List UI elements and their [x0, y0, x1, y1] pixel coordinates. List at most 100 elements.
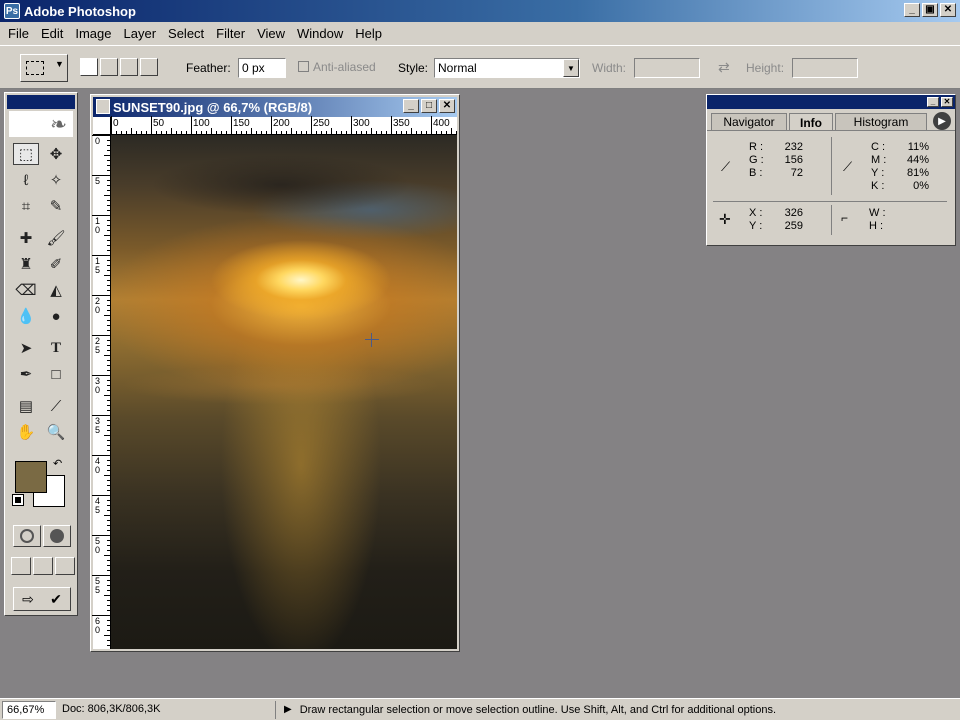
pen-tool-icon[interactable]: ✒	[13, 363, 39, 385]
standard-screen-button[interactable]	[11, 557, 31, 575]
swap-colors-icon[interactable]: ↶	[53, 457, 62, 470]
type-tool-icon[interactable]: T	[43, 337, 69, 359]
ruler-tick	[104, 195, 110, 196]
palette-close-button[interactable]: ✕	[941, 97, 953, 107]
tab-info[interactable]: Info	[789, 113, 833, 131]
toolbox-title-bar[interactable]	[7, 95, 75, 109]
menu-filter[interactable]: Filter	[210, 26, 251, 41]
hand-tool-icon[interactable]: ✋	[13, 421, 39, 443]
clone-stamp-icon[interactable]: ♜	[13, 253, 39, 275]
ruler-tick	[107, 550, 110, 551]
ruler-tick	[107, 410, 110, 411]
feather-input[interactable]: 0 px	[238, 58, 286, 78]
image-canvas[interactable]	[111, 135, 457, 649]
menu-layer[interactable]: Layer	[118, 26, 163, 41]
ruler-tick	[104, 635, 110, 636]
tab-navigator[interactable]: Navigator	[711, 113, 787, 130]
ruler-tick	[366, 131, 367, 134]
dodge-tool-icon[interactable]: ●	[43, 305, 69, 327]
doc-minimize-button[interactable]: _	[403, 99, 419, 113]
chevron-down-icon[interactable]: ▼	[563, 59, 579, 77]
ruler-tick	[311, 116, 312, 134]
menu-help[interactable]: Help	[349, 26, 388, 41]
ruler-tick	[107, 330, 110, 331]
brush-tool-icon[interactable]: 🖌	[43, 227, 69, 249]
document-icon	[96, 99, 110, 114]
ruler-tick	[446, 131, 447, 134]
menu-file[interactable]: File	[2, 26, 35, 41]
magic-wand-icon[interactable]: ✧	[43, 169, 69, 191]
menu-window[interactable]: Window	[291, 26, 349, 41]
vertical-ruler[interactable]: 0 5 10 15 20 25 30 35 40 45 50 55 60	[92, 135, 111, 649]
ruler-tick	[256, 131, 257, 134]
rgb-labels: R :G :B :	[749, 141, 764, 179]
ruler-tick	[107, 320, 110, 321]
menu-image[interactable]: Image	[69, 26, 117, 41]
notes-tool-icon[interactable]: ▤	[13, 395, 39, 417]
info-divider-h	[713, 201, 947, 202]
history-brush-icon[interactable]: ✐	[43, 253, 69, 275]
doc-close-button[interactable]: ✕	[439, 99, 455, 113]
add-selection-button[interactable]	[100, 58, 118, 76]
default-colors-icon[interactable]	[12, 494, 24, 506]
shape-tool-icon[interactable]: □	[43, 363, 69, 385]
eyedropper-icon[interactable]: ⟋	[43, 395, 69, 417]
marquee-tool-icon[interactable]: ⬚	[13, 143, 39, 165]
doc-maximize-button[interactable]: □	[421, 99, 437, 113]
height-input[interactable]	[792, 58, 858, 78]
standard-mode-button[interactable]	[13, 525, 41, 547]
doc-size-info[interactable]: Doc: 806,3K/806,3K	[56, 700, 276, 719]
slice-tool-icon[interactable]: ✎	[43, 195, 69, 217]
restore-button[interactable]: ▣	[922, 3, 938, 17]
ruler-tick	[336, 131, 337, 134]
width-input[interactable]	[634, 58, 700, 78]
ruler-tick	[104, 355, 110, 356]
info-palette-title-bar[interactable]: _ ✕	[707, 95, 955, 109]
ruler-tick	[104, 155, 110, 156]
close-button[interactable]: ✕	[940, 3, 956, 17]
document-title-bar[interactable]: SUNSET90.jpg @ 66,7% (RGB/8) _ □ ✕	[93, 97, 457, 117]
tool-preset-picker[interactable]: ▼	[20, 54, 68, 82]
eraser-tool-icon[interactable]: ⌫	[13, 279, 39, 301]
minimize-button[interactable]: _	[904, 3, 920, 17]
full-screen-menu-button[interactable]	[33, 557, 53, 575]
anti-aliased-checkbox[interactable]	[298, 61, 309, 72]
ruler-tick	[107, 230, 110, 231]
status-menu-arrow-icon[interactable]: ▶	[284, 704, 292, 715]
full-screen-button[interactable]	[55, 557, 75, 575]
menu-view[interactable]: View	[251, 26, 291, 41]
intersect-selection-button[interactable]	[140, 58, 158, 76]
ruler-tick	[341, 131, 342, 134]
subtract-selection-button[interactable]	[120, 58, 138, 76]
ruler-tick	[166, 131, 167, 134]
menu-select[interactable]: Select	[162, 26, 210, 41]
zoom-level-field[interactable]: 66,67%	[2, 700, 56, 719]
horizontal-ruler[interactable]: 0 50 100 150 200 250 300 350 400	[111, 116, 457, 135]
paint-bucket-icon[interactable]: ◭	[43, 279, 69, 301]
healing-brush-icon[interactable]: ✚	[13, 227, 39, 249]
ruler-tick	[107, 570, 110, 571]
new-selection-button[interactable]	[80, 58, 98, 76]
ruler-tick	[236, 131, 237, 134]
feather-logo-icon[interactable]: ❧	[9, 111, 73, 137]
quick-mask-button[interactable]	[43, 525, 71, 547]
foreground-color-swatch[interactable]	[15, 461, 47, 493]
style-select[interactable]: Normal ▼	[434, 58, 580, 78]
tab-histogram[interactable]: Histogram	[835, 113, 927, 130]
crop-tool-icon[interactable]: ⌗	[13, 195, 39, 217]
move-tool-icon[interactable]: ✥	[43, 143, 69, 165]
ruler-origin[interactable]	[93, 117, 111, 135]
zoom-tool-icon[interactable]: 🔍	[43, 421, 69, 443]
jump-to-imageready-button[interactable]: ⇨ ✔	[13, 587, 71, 611]
blur-tool-icon[interactable]: 💧	[13, 305, 39, 327]
path-selection-icon[interactable]: ➤	[13, 337, 39, 359]
palette-menu-icon[interactable]: ▶	[933, 112, 951, 130]
ruler-tick	[281, 131, 282, 134]
lasso-tool-icon[interactable]: ℓ	[13, 169, 39, 191]
palette-minimize-button[interactable]: _	[927, 97, 939, 107]
ruler-tick	[107, 360, 110, 361]
ruler-tick	[316, 131, 317, 134]
ruler-tick	[107, 365, 110, 366]
menu-edit[interactable]: Edit	[35, 26, 69, 41]
dark-cloud-shape	[151, 155, 411, 215]
